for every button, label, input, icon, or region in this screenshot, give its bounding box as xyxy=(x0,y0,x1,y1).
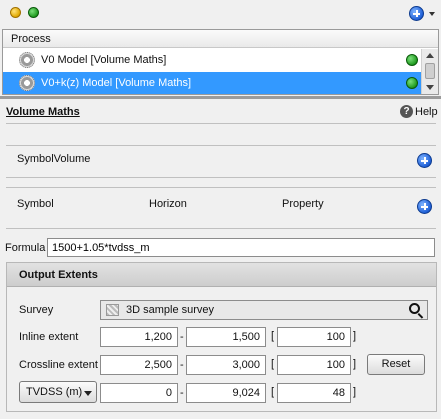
add-volume-icon[interactable] xyxy=(417,153,432,168)
search-icon[interactable] xyxy=(409,303,420,314)
open-bracket: [ xyxy=(271,386,275,398)
process-row-label: V0 Model [Volume Maths] xyxy=(41,54,167,66)
depth-to-field[interactable]: 9,024 xyxy=(186,383,266,403)
survey-selector[interactable]: 3D sample survey xyxy=(100,300,428,320)
scroll-up-icon[interactable] xyxy=(426,53,434,58)
close-bracket: ] xyxy=(353,386,357,398)
range-dash: - xyxy=(180,387,184,399)
range-dash: - xyxy=(180,359,184,371)
add-menu-chevron-down-icon[interactable] xyxy=(429,12,435,16)
process-list: Process V0 Model [Volume Maths] V0+k(z) … xyxy=(2,29,439,95)
chevron-down-icon xyxy=(84,391,92,396)
depth-unit-value: TVDSS (m) xyxy=(26,386,83,398)
process-row-v0-kz-model[interactable]: V0+k(z) Model [Volume Maths] xyxy=(3,72,421,94)
inline-to-field[interactable]: 1,500 xyxy=(186,327,266,347)
crossline-extent-label: Crossline extent xyxy=(19,359,98,371)
green-status-icon[interactable] xyxy=(28,7,39,18)
output-extents-title: Output Extents xyxy=(19,269,98,281)
formula-input[interactable] xyxy=(47,238,435,257)
process-header-label: Process xyxy=(11,33,51,45)
inline-extent-label: Inline extent xyxy=(19,331,79,343)
gear-icon xyxy=(19,75,35,91)
divider xyxy=(6,228,436,229)
divider xyxy=(6,123,436,124)
inline-step-field[interactable]: 100 xyxy=(277,327,351,347)
top-toolbar xyxy=(0,0,441,28)
gear-icon xyxy=(19,52,35,68)
survey-value: 3D sample survey xyxy=(126,304,215,316)
help-icon[interactable]: ? xyxy=(400,105,413,118)
process-row-label: V0+k(z) Model [Volume Maths] xyxy=(41,77,192,89)
process-list-scrollbar[interactable] xyxy=(421,49,438,94)
scrollbar-thumb[interactable] xyxy=(425,63,435,79)
depth-unit-dropdown[interactable]: TVDSS (m) xyxy=(19,381,97,403)
crossline-to-field[interactable]: 3,000 xyxy=(186,355,266,375)
formula-label: Formula xyxy=(5,242,46,254)
reset-button[interactable]: Reset xyxy=(367,354,425,375)
add-horizon-property-icon[interactable] xyxy=(417,199,432,214)
process-list-header[interactable]: Process xyxy=(3,30,438,48)
open-bracket: [ xyxy=(271,358,275,370)
volume-maths-title: Volume Maths xyxy=(6,106,80,118)
crossline-step-field[interactable]: 100 xyxy=(277,355,351,375)
symbol-volume-label: SymbolVolume xyxy=(17,153,91,165)
inline-from-field[interactable]: 1,200 xyxy=(100,327,178,347)
close-bracket: ] xyxy=(353,358,357,370)
help-link[interactable]: Help xyxy=(415,106,438,118)
survey-icon xyxy=(106,304,119,316)
property-column-header: Property xyxy=(282,198,324,210)
close-bracket: ] xyxy=(353,330,357,342)
divider xyxy=(6,177,436,178)
survey-label: Survey xyxy=(19,304,54,316)
divider xyxy=(6,187,436,188)
yellow-status-icon[interactable] xyxy=(10,7,21,18)
range-dash: - xyxy=(180,331,184,343)
panel-splitter[interactable] xyxy=(0,96,441,99)
process-row-v0-model[interactable]: V0 Model [Volume Maths] xyxy=(3,49,421,71)
green-status-icon xyxy=(406,54,418,66)
output-extents-header[interactable]: Output Extents xyxy=(7,263,436,287)
green-status-icon xyxy=(406,77,418,89)
scroll-down-icon[interactable] xyxy=(426,85,434,90)
depth-from-field[interactable]: 0 xyxy=(100,383,178,403)
add-process-icon[interactable] xyxy=(409,6,424,21)
open-bracket: [ xyxy=(271,330,275,342)
horizon-column-header: Horizon xyxy=(149,198,187,210)
depth-step-field[interactable]: 48 xyxy=(277,383,351,403)
crossline-from-field[interactable]: 2,500 xyxy=(100,355,178,375)
divider xyxy=(6,145,436,146)
symbol-column-header: Symbol xyxy=(17,198,54,210)
